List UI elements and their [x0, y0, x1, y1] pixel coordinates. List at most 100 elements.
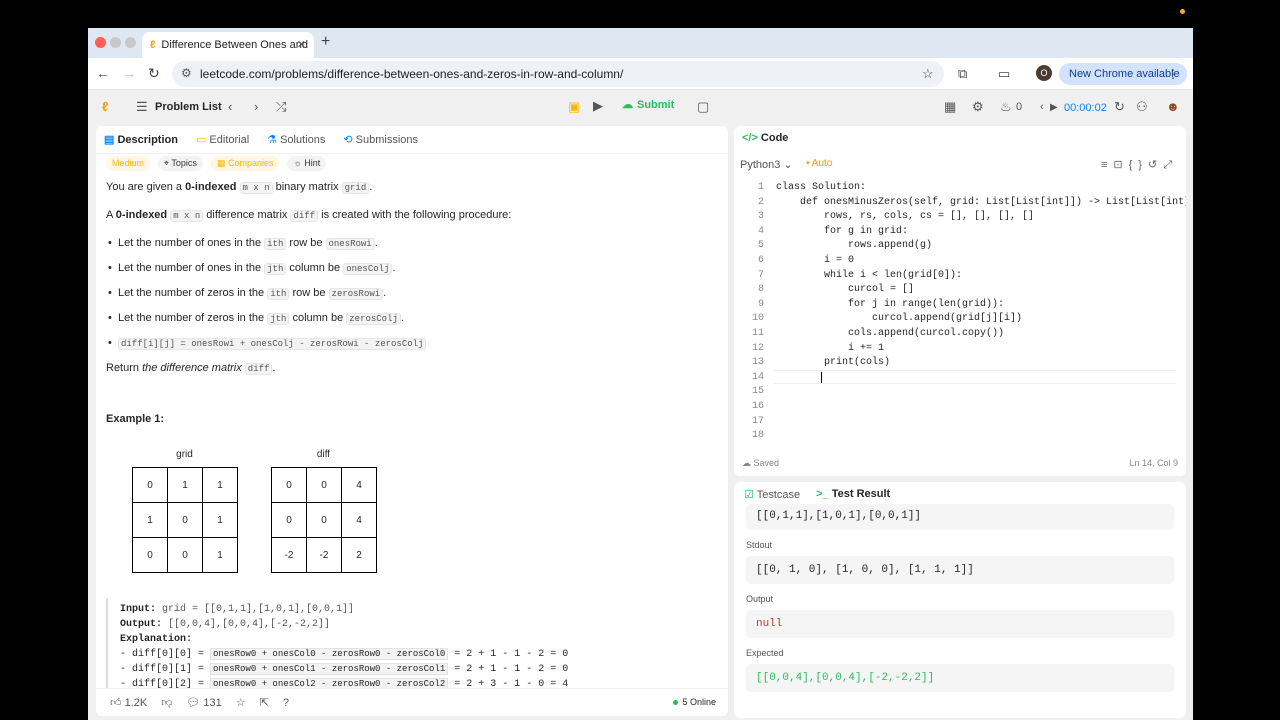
timer-prev-icon[interactable]: ‹: [1040, 101, 1044, 113]
prev-problem-icon[interactable]: ‹: [228, 99, 232, 114]
tab-description[interactable]: ▤ Description: [104, 133, 178, 146]
code-line: curcol = []: [776, 284, 915, 296]
output-label: Output: [746, 594, 774, 604]
code-editor[interactable]: 1 class Solution: 2 def onesMinusZeros(sel…: [734, 180, 1186, 441]
streak-flame-icon: ♨: [1000, 99, 1012, 114]
cast-icon[interactable]: ▭: [998, 66, 1010, 82]
tab-solutions[interactable]: ⚗ Solutions: [267, 133, 325, 146]
stdout-value: [[0, 1, 0], [1, 0, 0], [1, 1, 1]]: [746, 556, 1174, 584]
extensions-icon[interactable]: ⧉: [958, 66, 967, 82]
code-line: i = 0: [776, 255, 855, 266]
browser-tab[interactable]: ℓ Difference Between Ones and ✕: [142, 32, 314, 58]
run-icon[interactable]: ▶: [593, 98, 603, 114]
diff-cell: 4: [341, 502, 377, 538]
url-field[interactable]: ⚙ leetcode.com/problems/difference-betwe…: [172, 61, 944, 87]
streak-count: 0: [1016, 101, 1023, 113]
explanation-line: - diff[0][1] = onesRow0 + onesCol1 - zer…: [120, 663, 569, 675]
minimize-window-button[interactable]: [110, 37, 121, 48]
cursor-position: Ln 14, Col 9: [1129, 458, 1178, 468]
grid-cell: 1: [202, 537, 238, 573]
tab-strip: ℓ Difference Between Ones and ✕ +: [88, 28, 1193, 58]
code-line: for j in range(len(grid)):: [776, 298, 1005, 310]
stdout-label: Stdout: [746, 540, 773, 550]
settings-gear-icon[interactable]: ⚙: [972, 99, 984, 115]
line-number: 15: [751, 386, 764, 398]
description-tabs: ▤ Description ▭ Editorial ⚗ Solutions ⟲ …: [96, 126, 728, 154]
problem-list-link[interactable]: Problem List: [155, 101, 222, 113]
kebab-menu-icon[interactable]: ⋮: [1167, 67, 1179, 81]
result-tabs: ☑ Testcase >_ Test Result: [744, 488, 890, 501]
code-brackets-icon: </>: [742, 132, 758, 144]
diff-cell: 0: [271, 502, 307, 538]
grid-cell: 0: [132, 467, 168, 503]
fullscreen-icon[interactable]: ⤢: [1163, 159, 1178, 171]
back-icon[interactable]: ←: [96, 65, 110, 81]
user-avatar-icon[interactable]: ☻: [1166, 99, 1180, 114]
thumbs-up-icon: 👍︎: [110, 697, 122, 709]
maximize-window-button[interactable]: [125, 37, 136, 48]
line-number: 1: [757, 182, 764, 193]
timer-play-icon[interactable]: ▶: [1050, 102, 1058, 113]
tab-testcase[interactable]: ☑ Testcase: [744, 488, 800, 501]
code-panel: </> Code Python3 ⌄ • Auto ≡⊡{}↺⤢ 1 class S…: [734, 126, 1186, 476]
problem-list-icon[interactable]: ☰: [136, 99, 148, 115]
reset-icon[interactable]: ↺: [1148, 159, 1163, 171]
line-number: 2: [757, 196, 764, 208]
shuffle-icon[interactable]: ⤮: [276, 99, 286, 115]
layout-icon[interactable]: ▦: [944, 99, 956, 115]
tab-test-result[interactable]: >_ Test Result: [816, 488, 890, 501]
example-input: Input: grid = [[0,1,1],[1,0,1],[0,0,1]]: [120, 604, 355, 615]
companies-tag[interactable]: ▦ Companies: [210, 156, 280, 171]
output-value: null: [746, 610, 1174, 638]
language-select[interactable]: Python3 ⌄: [740, 158, 793, 171]
hint-tag[interactable]: ☼ Hint: [287, 156, 327, 171]
online-dot-icon: [673, 700, 679, 705]
leetcode-logo-icon[interactable]: ℓ: [102, 99, 108, 114]
debug-icon[interactable]: ▣: [568, 99, 580, 115]
bookmark-star-icon[interactable]: ☆: [922, 66, 934, 82]
list-item: diff[i][j] = onesRowi + onesColj - zeros…: [108, 336, 716, 351]
line-number: 7: [757, 269, 764, 281]
grid-cell: 1: [132, 502, 168, 538]
line-number: 5: [757, 240, 764, 252]
line-number: 14: [751, 371, 764, 383]
close-tab-icon[interactable]: ✕: [297, 38, 306, 51]
profile-avatar[interactable]: O: [1036, 65, 1052, 81]
topics-tag[interactable]: ⌖ Topics: [158, 156, 203, 171]
submit-label: Submit: [637, 98, 675, 111]
notes-icon[interactable]: ▢: [697, 99, 709, 115]
reload-icon[interactable]: ↻: [148, 65, 160, 82]
site-info-icon[interactable]: ⚙: [181, 66, 192, 80]
new-chrome-available-button[interactable]: New Chrome available ⋮: [1059, 63, 1187, 85]
diff-cell: 2: [341, 537, 377, 573]
like-button[interactable]: 👍︎ 1.2K: [110, 696, 147, 709]
format-icon[interactable]: ≡: [1101, 159, 1113, 171]
list-item: Let the number of ones in the jth column…: [108, 261, 716, 276]
tab-title: Difference Between Ones and: [161, 39, 308, 51]
online-count: 5 Online: [673, 697, 716, 707]
share-icon[interactable]: ⇱: [260, 696, 269, 709]
diff-cell: -2: [271, 537, 307, 573]
help-icon[interactable]: ?: [283, 697, 289, 709]
bookmark-icon[interactable]: ⊡: [1113, 159, 1128, 171]
new-tab-button[interactable]: +: [321, 33, 330, 51]
next-problem-icon[interactable]: ›: [254, 99, 258, 114]
code-line: class Solution:: [776, 182, 867, 193]
diff-cell: 0: [271, 467, 307, 503]
close-window-button[interactable]: [95, 37, 106, 48]
grid-cell: 1: [167, 467, 203, 503]
grid-matrix: 011 101 001: [132, 467, 238, 573]
expected-label: Expected: [746, 648, 784, 658]
add-friend-icon[interactable]: ⚇: [1136, 99, 1148, 115]
submit-button[interactable]: ☁ Submit: [622, 98, 675, 112]
favorite-star-icon[interactable]: ☆: [236, 696, 246, 709]
braces-icon[interactable]: {}: [1129, 159, 1148, 171]
dislike-icon[interactable]: 👎︎: [161, 696, 172, 709]
tab-submissions[interactable]: ⟲ Submissions: [343, 133, 418, 146]
tab-editorial[interactable]: ▭ Editorial: [196, 133, 249, 146]
intro-paragraph: You are given a 0-indexed m x n binary m…: [106, 181, 373, 194]
forward-icon[interactable]: →: [122, 65, 136, 81]
auto-mode-toggle[interactable]: • Auto: [806, 158, 832, 169]
timer-reset-icon[interactable]: ↻: [1114, 99, 1125, 115]
comments-button[interactable]: 💬︎ 131: [186, 696, 221, 709]
